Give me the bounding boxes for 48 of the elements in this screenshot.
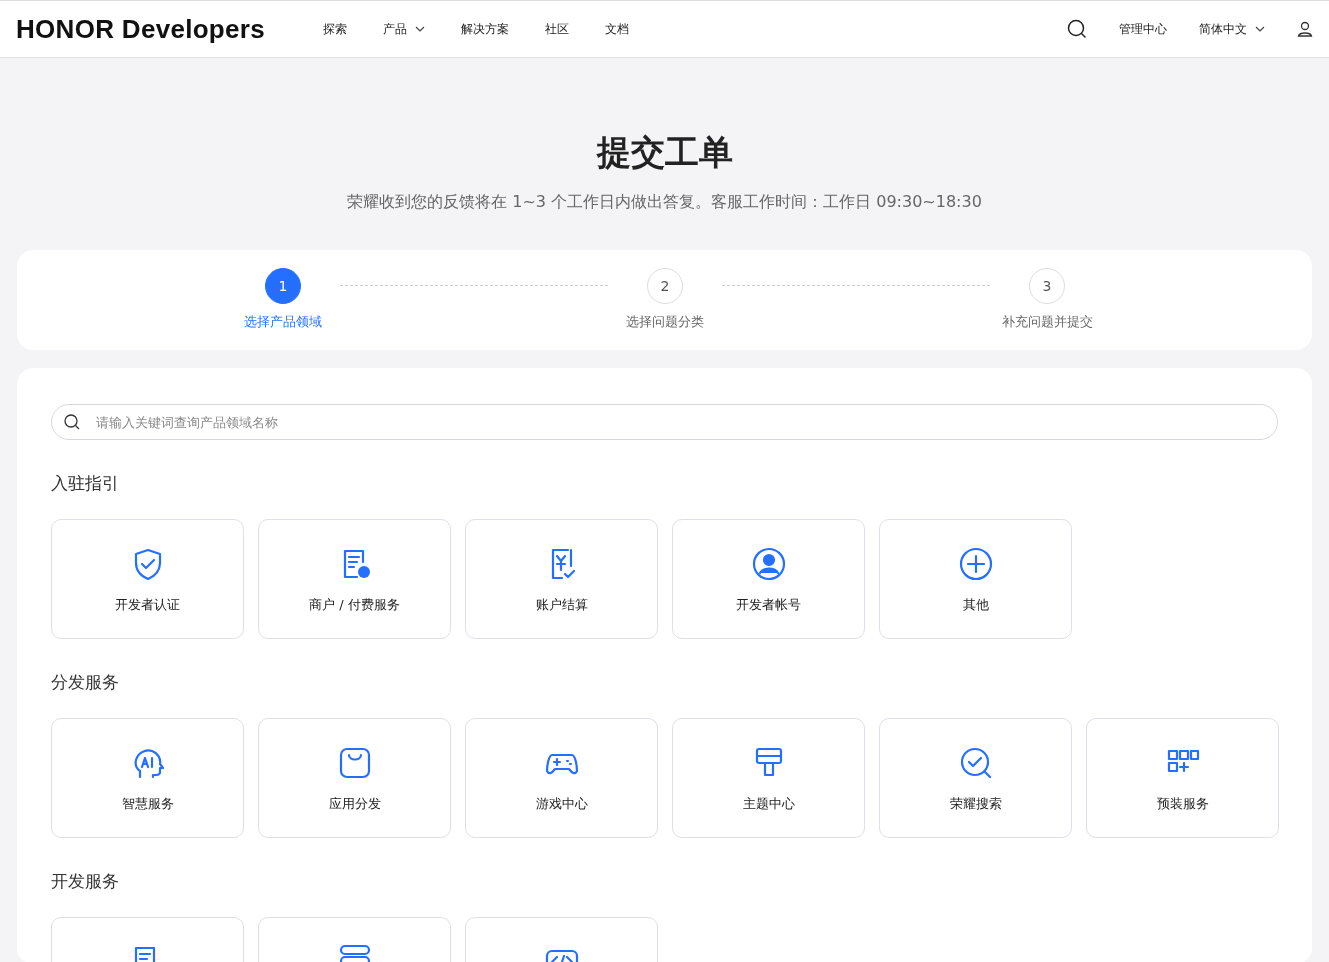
search-icon[interactable] xyxy=(1067,19,1087,39)
product-card-label: 预装服务 xyxy=(1156,795,1209,813)
section-title: 入驻指引 xyxy=(51,472,120,495)
product-card[interactable]: 智慧服务 xyxy=(51,718,244,838)
step-number: 2 xyxy=(647,268,683,304)
language-selector[interactable]: 简体中文 xyxy=(1199,20,1265,38)
user-icon[interactable] xyxy=(1297,21,1313,37)
product-card[interactable]: 游戏中心 xyxy=(465,718,658,838)
product-card-label: 智慧服务 xyxy=(121,795,174,813)
nav-link[interactable]: 产品 xyxy=(383,20,425,38)
product-card-label: 应用分发 xyxy=(328,795,381,813)
product-card-label: 荣耀搜索 xyxy=(949,795,1002,813)
product-card[interactable]: 其他 xyxy=(879,519,1072,639)
search-field[interactable]: 请输入关键词查询产品领域名称 xyxy=(51,404,1278,440)
nav-link[interactable]: 探索 xyxy=(323,20,347,38)
product-card[interactable]: 荣耀搜索 xyxy=(879,718,1072,838)
step-label: 选择问题分类 xyxy=(626,313,704,331)
page-subtitle: 荣耀收到您的反馈将在 1~3 个工作日内做出答复。客服工作时间：工作日 09:30~18:30 xyxy=(346,192,983,213)
product-card[interactable]: 开发者认证 xyxy=(51,519,244,639)
section-title: 开发服务 xyxy=(51,870,120,893)
product-card[interactable]: 预装服务 xyxy=(1086,718,1279,838)
account-icon xyxy=(750,546,787,582)
product-card-label: 开发者认证 xyxy=(115,596,180,614)
section-title: 分发服务 xyxy=(51,671,120,694)
product-card-label: 其他 xyxy=(962,596,989,614)
page-title: 提交工单 xyxy=(595,131,734,174)
product-card-label: 商户 / 付费服务 xyxy=(309,596,400,614)
step-number: 3 xyxy=(1029,268,1065,304)
product-card-label: 主题中心 xyxy=(742,795,795,813)
logo[interactable]: HONOR Developers xyxy=(16,13,265,45)
product-card-label: 开发者帐号 xyxy=(736,596,801,614)
product-card[interactable]: 主题中心 xyxy=(672,718,865,838)
admin-center-link[interactable]: 管理中心 xyxy=(1119,20,1167,38)
step-number: 1 xyxy=(265,268,301,304)
chevron-down-icon xyxy=(1255,26,1265,32)
product-card[interactable]: 开发者帐号 xyxy=(672,519,865,639)
nav-link[interactable]: 社区 xyxy=(545,20,569,38)
step-label: 补充问题并提交 xyxy=(1001,313,1093,331)
product-card[interactable]: 商户 / 付费服务 xyxy=(258,519,451,639)
search-icon xyxy=(64,414,80,430)
product-card[interactable]: 账户结算 xyxy=(465,519,658,639)
nav-link[interactable]: 文档 xyxy=(605,20,629,38)
step-label: 选择产品领域 xyxy=(244,313,322,331)
product-card[interactable]: 应用分发 xyxy=(258,718,451,838)
nav-link[interactable]: 解决方案 xyxy=(461,20,509,38)
plus-icon xyxy=(957,546,994,582)
product-card-label: 游戏中心 xyxy=(535,795,588,813)
product-card-label: 账户结算 xyxy=(535,596,588,614)
